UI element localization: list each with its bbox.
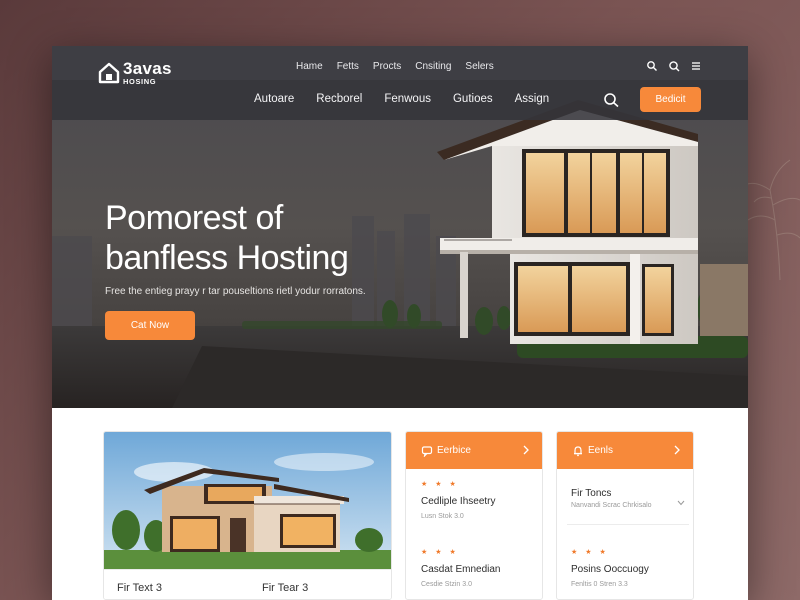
divider: [567, 524, 689, 525]
events-card-header[interactable]: Eenls: [557, 432, 693, 469]
events-card: Eenls Fir Toncs Nanvandi Scrac Chrkisalo…: [556, 431, 694, 600]
list-item-meta: Lusn Stok 3.0: [421, 513, 464, 520]
nav-item-recborel[interactable]: Recborel: [316, 93, 362, 105]
list-item-title[interactable]: Cedliple Ihseetry: [421, 496, 495, 507]
top-nav-item-selers[interactable]: Selers: [465, 61, 493, 72]
search-icon[interactable]: [668, 59, 680, 72]
top-nav-item-fetts[interactable]: Fetts: [337, 61, 359, 72]
brand-subtitle: HOSING: [123, 77, 157, 86]
top-nav-item-cnsiting[interactable]: Cnsiting: [415, 61, 451, 72]
hero-cta-button[interactable]: Cat Now: [105, 311, 195, 340]
list-item-title[interactable]: Casdat Emnedian: [421, 564, 501, 575]
featured-label-1[interactable]: Fir Text 3: [117, 582, 162, 594]
brand-name: 3avas: [123, 59, 172, 78]
list-item-meta: Nanvandi Scrac Chrkisalo: [571, 502, 652, 509]
nav-item-gutioes[interactable]: Gutioes: [453, 93, 493, 105]
list-item-title[interactable]: Fir Toncs: [571, 488, 611, 499]
chevron-right-icon: [674, 445, 680, 455]
hero-title-line-2: banfless Hosting: [105, 239, 349, 277]
plant-decoration: [744, 159, 800, 280]
chevron-down-icon[interactable]: [677, 500, 685, 506]
house-logo-icon: [98, 62, 120, 83]
hero-title: Pomorest of banfless Hosting: [105, 198, 349, 278]
events-card-title: Eenls: [588, 445, 614, 456]
service-card: Eerbice ★ ★ ★ Cedliple Ihseetry Lusn Sto…: [405, 431, 543, 600]
nav-item-fenwous[interactable]: Fenwous: [384, 93, 431, 105]
list-item-title[interactable]: Posins Ooccuogy: [571, 564, 649, 575]
top-icon-group: [646, 59, 702, 72]
rating-stars: ★ ★ ★: [421, 549, 459, 556]
bell-icon: [574, 445, 582, 456]
rating-stars: ★ ★ ★: [421, 481, 459, 488]
list-item-meta: Cesdie Stzin 3.0: [421, 581, 472, 588]
hero-section: 3avas HOSING Hame Fetts Procts Cnsiting …: [52, 46, 748, 408]
service-card-title: Eerbice: [437, 445, 471, 456]
top-nav: Hame Fetts Procts Cnsiting Selers: [296, 61, 494, 72]
brand-logo[interactable]: 3avas HOSING: [98, 60, 172, 86]
website-mockup: 3avas HOSING Hame Fetts Procts Cnsiting …: [52, 46, 748, 600]
featured-house-card[interactable]: Fir Text 3 Fir Tear 3: [103, 431, 392, 600]
search-icon[interactable]: [603, 92, 621, 108]
service-card-header[interactable]: Eerbice: [406, 432, 542, 469]
house-photo: [104, 432, 391, 569]
nav-item-assign[interactable]: Assign: [515, 93, 550, 105]
main-nav: Autoare Recborel Fenwous Gutioes Assign: [254, 93, 549, 105]
chevron-right-icon: [523, 445, 529, 455]
header-cta-button[interactable]: Bedicit: [640, 87, 701, 112]
featured-label-2[interactable]: Fir Tear 3: [262, 582, 308, 594]
menu-icon[interactable]: [690, 59, 702, 71]
nav-item-autoare[interactable]: Autoare: [254, 93, 294, 105]
hero-title-line-1: Pomorest of: [105, 199, 283, 237]
rating-stars: ★ ★ ★: [571, 549, 609, 556]
chat-icon: [421, 445, 433, 457]
hero-subtitle: Free the entieg prayy r tar pouseltions …: [105, 286, 366, 297]
top-nav-item-procts[interactable]: Procts: [373, 61, 401, 72]
top-nav-item-home[interactable]: Hame: [296, 61, 323, 72]
search-icon[interactable]: [646, 59, 658, 71]
featured-card-footer: Fir Text 3 Fir Tear 3: [104, 569, 391, 599]
list-item-meta: Fenltis 0 Stren 3.3: [571, 581, 628, 588]
